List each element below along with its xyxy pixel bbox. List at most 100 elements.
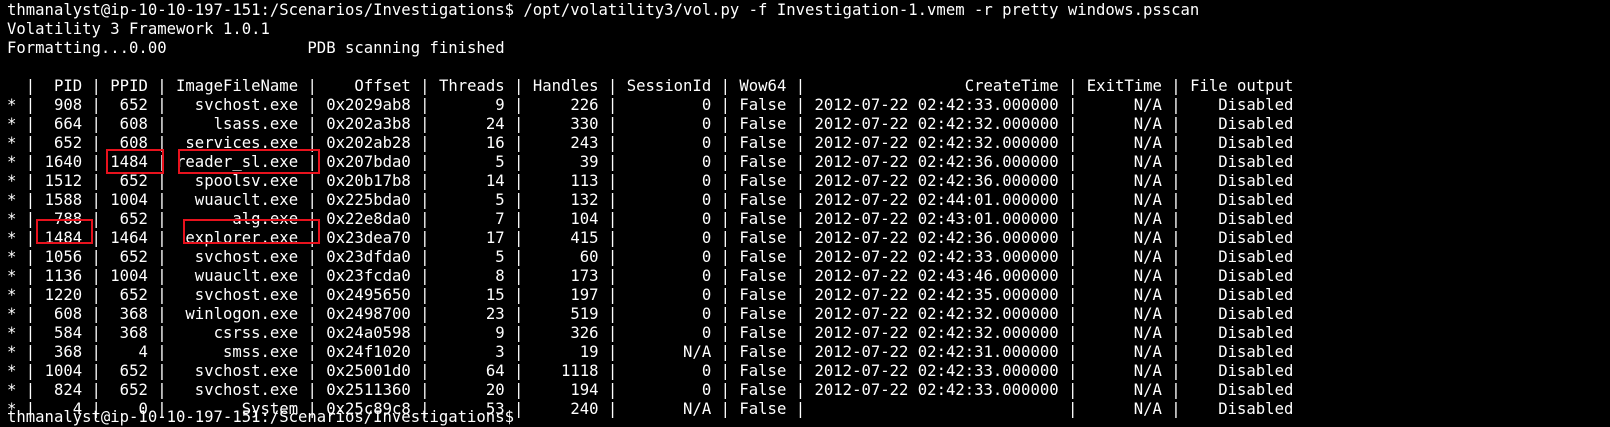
column-separator: |: [82, 381, 111, 399]
cell-createtime: 2012-07-22 02:42:33.000000: [814, 96, 1059, 114]
column-separator: |: [298, 305, 327, 323]
cell-offset: 0x202ab28: [326, 134, 411, 152]
column-separator: |: [410, 248, 439, 266]
cell-wow64: False: [739, 134, 787, 152]
column-separator: |: [298, 229, 327, 247]
cell-createtime: 2012-07-22 02:42:33.000000: [814, 362, 1059, 380]
cell-threads: 7: [438, 210, 505, 228]
column-separator: |: [711, 324, 740, 342]
column-separator: |: [598, 381, 627, 399]
column-separator: |: [786, 305, 815, 323]
cell-pid: 368: [44, 343, 83, 361]
cell-handles: 19: [532, 343, 599, 361]
column-separator: |: [598, 305, 627, 323]
column-separator: |: [1058, 77, 1087, 95]
cell-imagefilename: svchost.exe: [176, 381, 299, 399]
column-separator: |: [1161, 210, 1191, 228]
cell-pid: 824: [44, 381, 83, 399]
cell-file-output: Disabled: [1190, 248, 1294, 266]
column-separator: |: [16, 305, 45, 323]
cell-sessionid: 0: [626, 172, 712, 190]
cell-exittime: N/A: [1086, 362, 1162, 380]
cell-file-output: Disabled: [1190, 400, 1294, 418]
column-separator: |: [16, 324, 45, 342]
column-separator: |: [16, 229, 45, 247]
cell-offset: 0x24f1020: [326, 343, 411, 361]
cell-ppid: 368: [110, 305, 148, 323]
cell-imagefilename: explorer.exe: [176, 229, 299, 247]
table-row: * | 652 | 608 | services.exe | 0x202ab28…: [7, 134, 1610, 153]
table-row: * | 1640 | 1484 | reader_sl.exe | 0x207b…: [7, 153, 1610, 172]
cell-file-output: Disabled: [1190, 381, 1294, 399]
table-row: * | 1004 | 652 | svchost.exe | 0x25001d0…: [7, 362, 1610, 381]
column-separator: |: [1058, 191, 1087, 209]
cell-createtime: 2012-07-22 02:42:36.000000: [814, 153, 1059, 171]
column-separator: |: [786, 115, 815, 133]
column-separator: |: [298, 343, 327, 361]
column-separator: |: [1058, 362, 1087, 380]
cell-offset: 0x225bda0: [326, 191, 411, 209]
column-separator: |: [711, 286, 740, 304]
column-separator: |: [504, 229, 533, 247]
column-separator: |: [82, 362, 111, 380]
column-separator: |: [82, 77, 111, 95]
column-separator: |: [1161, 115, 1191, 133]
cell-imagefilename: svchost.exe: [176, 96, 299, 114]
cell-wow64: False: [739, 286, 787, 304]
column-separator: |: [410, 286, 439, 304]
terminal-window[interactable]: thmanalyst@ip-10-10-197-151:/Scenarios/I…: [7, 1, 1610, 424]
cell-pid: 664: [44, 115, 83, 133]
cell-handles: 226: [532, 96, 599, 114]
cell-ppid: 652: [110, 286, 148, 304]
table-row: * | 1220 | 652 | svchost.exe | 0x2495650…: [7, 286, 1610, 305]
column-separator: |: [711, 172, 740, 190]
cell-imagefilename: services.exe: [176, 134, 299, 152]
cell-wow64: False: [739, 248, 787, 266]
column-separator: |: [711, 248, 740, 266]
cell-sessionid: N/A: [626, 343, 712, 361]
cell-pid: 1484: [44, 229, 83, 247]
column-header-ppid: PPID: [110, 77, 148, 95]
cell-createtime: 2012-07-22 02:42:36.000000: [814, 172, 1059, 190]
column-separator: |: [1058, 286, 1087, 304]
cell-wow64: False: [739, 362, 787, 380]
column-separator: |: [504, 96, 533, 114]
cell-threads: 20: [438, 381, 505, 399]
column-separator: |: [147, 210, 177, 228]
cell-wow64: False: [739, 96, 787, 114]
cell-ppid: 4: [110, 343, 148, 361]
column-separator: |: [504, 77, 533, 95]
column-header-file-output: File output: [1190, 77, 1294, 95]
cell-threads: 17: [438, 229, 505, 247]
table-row: * | 908 | 652 | svchost.exe | 0x2029ab8 …: [7, 96, 1610, 115]
column-separator: |: [16, 191, 45, 209]
column-separator: |: [1058, 96, 1087, 114]
cell-offset: 0x24a0598: [326, 324, 411, 342]
column-separator: |: [147, 134, 177, 152]
cell-pid: 1136: [44, 267, 83, 285]
cell-pid: 1220: [44, 286, 83, 304]
cell-pid: 652: [44, 134, 83, 152]
column-separator: |: [1058, 134, 1087, 152]
column-separator: |: [1058, 172, 1087, 190]
column-separator: |: [1161, 400, 1191, 418]
column-separator: |: [786, 229, 815, 247]
column-separator: |: [410, 172, 439, 190]
cell-threads: 16: [438, 134, 505, 152]
cell-sessionid: 0: [626, 134, 712, 152]
column-separator: |: [786, 267, 815, 285]
cell-exittime: N/A: [1086, 267, 1162, 285]
column-separator: |: [16, 153, 45, 171]
column-separator: |: [1161, 153, 1191, 171]
cell-threads: 64: [438, 362, 505, 380]
cell-offset: 0x23dfda0: [326, 248, 411, 266]
cell-sessionid: 0: [626, 153, 712, 171]
column-separator: |: [1058, 248, 1087, 266]
column-separator: |: [1058, 305, 1087, 323]
cell-imagefilename: wuauclt.exe: [176, 267, 299, 285]
cell-wow64: False: [739, 400, 787, 418]
column-separator: |: [82, 172, 111, 190]
column-separator: |: [711, 305, 740, 323]
column-separator: |: [1161, 229, 1191, 247]
column-separator: |: [786, 362, 815, 380]
